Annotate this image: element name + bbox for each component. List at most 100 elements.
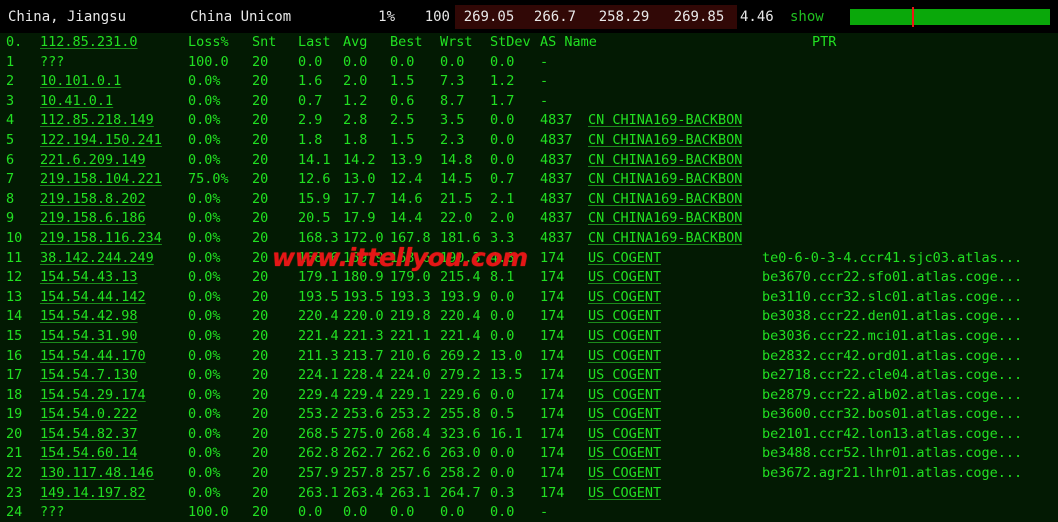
hop-avg: 0.0 xyxy=(343,53,368,70)
hop-loss: 0.0% xyxy=(188,112,221,129)
hop-as-number: 4837 xyxy=(540,171,573,188)
hop-host-link[interactable]: 122.194.150.241 xyxy=(40,132,162,148)
hop-best: 1.5 xyxy=(390,73,415,90)
hop-ptr: be3670.ccr22.sfo01.atlas.coge... xyxy=(762,269,1023,286)
hop-as-link[interactable]: 4837 CN CHINA169-BACKBON xyxy=(540,151,742,171)
show-details-link[interactable]: show xyxy=(790,5,840,29)
hop-host-cell: 154.54.44.142 xyxy=(40,288,190,308)
hop-as-link[interactable]: 174 US COGENT xyxy=(540,464,661,484)
hop-best: 210.6 xyxy=(390,347,430,364)
hop-as-name: US COGENT xyxy=(588,445,662,462)
header-stdev: StDev xyxy=(490,34,531,50)
hop-host-link[interactable]: 154.54.82.37 xyxy=(40,426,138,442)
hop-index: 8 xyxy=(6,190,15,207)
hop-avg: 228.4 xyxy=(343,367,383,384)
hop-best: 1.5 xyxy=(390,131,415,148)
hop-as-link[interactable]: 174 US COGENT xyxy=(540,484,661,504)
hop-last: 14.1 xyxy=(298,151,331,168)
hop-avg: 253.6 xyxy=(343,406,383,423)
hop-ptr xyxy=(762,151,1056,171)
hop-best: 221.1 xyxy=(390,327,430,344)
hop-loss: 0.0% xyxy=(188,406,221,423)
hop-host-link[interactable]: 112.85.218.149 xyxy=(40,112,154,128)
hop-as-name: US COGENT xyxy=(588,367,662,384)
hop-as-link[interactable]: 4837 CN CHINA169-BACKBON xyxy=(540,190,742,210)
hop-host-cell: 122.194.150.241 xyxy=(40,131,190,151)
hop-index: 11 xyxy=(6,249,23,266)
hop-host-link[interactable]: 219.158.8.202 xyxy=(40,191,146,207)
hop-ptr: be2101.ccr42.lon13.atlas.coge... xyxy=(762,425,1023,442)
hop-stdev: 2.0 xyxy=(490,210,515,227)
hop-host-link[interactable]: 154.54.44.142 xyxy=(40,289,146,305)
hop-host-link[interactable]: 10.41.0.1 xyxy=(40,93,113,109)
hop-host-link[interactable]: 149.14.197.82 xyxy=(40,485,146,501)
hop-as-link[interactable]: 4837 CN CHINA169-BACKBON xyxy=(540,229,742,249)
hop-ptr: be3036.ccr22.mci01.atlas.coge... xyxy=(762,327,1023,344)
hop-last: 179.1 xyxy=(298,269,338,286)
summary-isp: China Unicom xyxy=(190,8,292,25)
hop-as-number: 174 xyxy=(540,445,565,462)
target-host-link[interactable]: 112.85.231.0 xyxy=(40,34,138,50)
hop-stdev: 1.2 xyxy=(490,73,515,90)
hop-host-link[interactable]: 219.158.6.186 xyxy=(40,210,146,226)
hop-as-link[interactable]: 174 US COGENT xyxy=(540,307,661,327)
hop-as-link[interactable]: 174 US COGENT xyxy=(540,405,661,425)
hop-host-link[interactable]: 154.54.7.130 xyxy=(40,367,138,383)
header-wrst: Wrst xyxy=(440,34,473,50)
hop-loss: 0.0% xyxy=(188,249,221,266)
hop-as-link[interactable]: 174 US COGENT xyxy=(540,347,661,367)
hop-host-link[interactable]: 38.142.244.249 xyxy=(40,250,154,266)
hop-as-link[interactable]: 174 US COGENT xyxy=(540,249,661,269)
hop-host-link[interactable]: 221.6.209.149 xyxy=(40,152,146,168)
hop-host-link[interactable]: 219.158.116.234 xyxy=(40,230,162,246)
table-row: 18 154.54.29.174 0.0% 20 229.4 229.4 229.1 229.… xyxy=(0,386,1058,406)
hop-last: 253.2 xyxy=(298,406,338,423)
hop-as-link[interactable]: 174 US COGENT xyxy=(540,386,661,406)
latency-progress-bar[interactable] xyxy=(850,7,1050,27)
hop-host-cell: 219.158.6.186 xyxy=(40,209,190,229)
table-row: 20 154.54.82.37 0.0% 20 268.5 275.0 268.4 323.6… xyxy=(0,425,1058,445)
header-snt: Snt xyxy=(252,34,277,50)
hop-host-link[interactable]: 154.54.60.14 xyxy=(40,445,138,461)
summary-best-latency: 258.29 xyxy=(587,4,661,29)
hop-index: 15 xyxy=(6,327,23,344)
hop-ptr xyxy=(762,72,1056,92)
hop-as-link[interactable]: 174 US COGENT xyxy=(540,288,661,308)
hop-as-link[interactable]: 174 US COGENT xyxy=(540,268,661,288)
hop-wrst: 264.7 xyxy=(440,484,480,501)
hop-as-link[interactable]: 174 US COGENT xyxy=(540,366,661,386)
hop-ptr: be2718.ccr22.cle04.atlas.coge... xyxy=(762,367,1023,384)
hop-as-number: 4837 xyxy=(540,131,573,148)
hop-as-number: 174 xyxy=(540,249,565,266)
hop-as-link[interactable]: 174 US COGENT xyxy=(540,425,661,445)
hop-as-link[interactable]: 174 US COGENT xyxy=(540,444,661,464)
hop-as-name: US COGENT xyxy=(588,386,662,403)
hop-ptr: be3488.ccr52.lhr01.atlas.coge... xyxy=(762,445,1023,462)
hop-as-link[interactable]: 174 US COGENT xyxy=(540,327,661,347)
hop-host-link[interactable]: 154.54.44.170 xyxy=(40,348,146,364)
hop-host-link[interactable]: 154.54.43.13 xyxy=(40,269,138,285)
hop-as-name: US COGENT xyxy=(588,308,662,325)
hop-host-link[interactable]: 154.54.29.174 xyxy=(40,387,146,403)
hop-as-link[interactable]: 4837 CN CHINA169-BACKBON xyxy=(540,170,742,190)
hop-host-link[interactable]: 154.54.31.90 xyxy=(40,328,138,344)
header-target-host: 112.85.231.0 xyxy=(40,33,190,53)
hop-last: 0.0 xyxy=(298,504,323,521)
hop-host-link[interactable]: 154.54.0.222 xyxy=(40,406,138,422)
hop-as-link[interactable]: 4837 CN CHINA169-BACKBON xyxy=(540,209,742,229)
hop-last: 268.5 xyxy=(298,425,338,442)
hop-best: 253.2 xyxy=(390,406,430,423)
hop-stdev: 0.0 xyxy=(490,308,515,325)
hop-host-link[interactable]: 10.101.0.1 xyxy=(40,73,121,89)
hop-wrst: 215.4 xyxy=(440,269,480,286)
hop-host-cell: 130.117.48.146 xyxy=(40,464,190,484)
hop-host-link[interactable]: 154.54.42.98 xyxy=(40,308,138,324)
hop-as-link[interactable]: 4837 CN CHINA169-BACKBON xyxy=(540,111,742,131)
hop-index: 3 xyxy=(6,92,15,109)
hop-as-link[interactable]: 4837 CN CHINA169-BACKBON xyxy=(540,131,742,151)
hop-best: 179.0 xyxy=(390,269,430,286)
hop-stdev: 8.1 xyxy=(490,269,515,286)
hop-host-link[interactable]: 219.158.104.221 xyxy=(40,171,162,187)
progress-bar-fill xyxy=(850,9,1050,25)
hop-host-link[interactable]: 130.117.48.146 xyxy=(40,465,154,481)
